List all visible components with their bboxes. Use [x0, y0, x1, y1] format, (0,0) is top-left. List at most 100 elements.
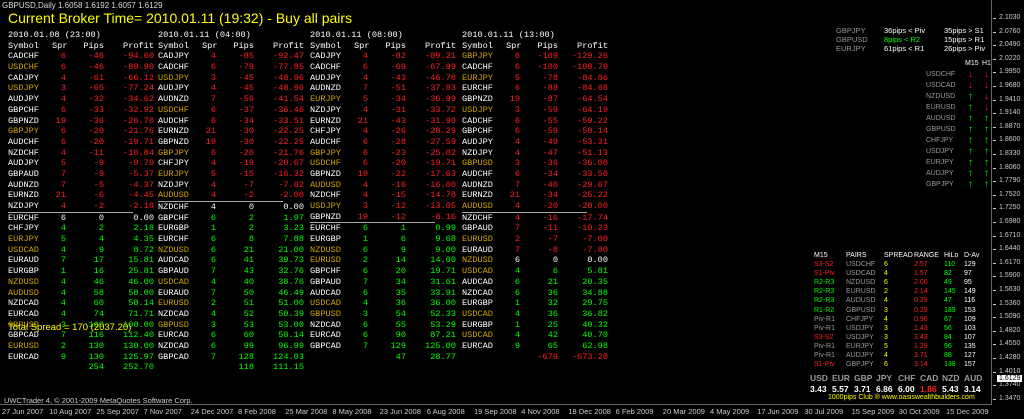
- pair-row: GBPAUD 7 -11 -10.23: [462, 223, 608, 234]
- pair-pips: -20: [390, 158, 406, 169]
- pair-symbol: NZDCAD: [158, 308, 189, 319]
- pair-symbol: AUDJPY: [462, 136, 493, 147]
- pair-table-cell: 103: [964, 324, 976, 332]
- pair-pips: 41: [243, 255, 254, 266]
- pair-row: CADCHF 6 -46 -94.60: [8, 51, 154, 62]
- pair-pips: -5: [93, 179, 104, 190]
- pair-profit: -19.71: [425, 158, 456, 169]
- price-tick: [993, 371, 996, 373]
- trend-pair: GBPUSD: [926, 126, 956, 133]
- price-tick: [993, 249, 996, 251]
- pair-table-cell: 6: [884, 279, 888, 287]
- pair-row: NZDUSD 4 46 46.00: [8, 277, 154, 288]
- pair-table-cell: 3.71: [914, 352, 928, 360]
- pair-spread: 5: [514, 72, 520, 83]
- pair-profit: 9.68: [435, 234, 456, 245]
- price-tick-label: 1.5630: [999, 286, 1021, 293]
- pair-spread: 6: [210, 244, 216, 255]
- pair-symbol: GBPCHF: [8, 104, 39, 115]
- pair-pips: 6: [400, 234, 406, 245]
- pair-pips: 2: [98, 223, 104, 234]
- pair-table-cell: 153: [964, 306, 976, 314]
- pair-pips: 21: [243, 244, 254, 255]
- pair-spread: 7: [210, 266, 216, 277]
- pivot-below: 8pips < R2: [884, 35, 921, 44]
- pair-symbol: AUDCHF: [158, 115, 189, 126]
- pair-profit: -17.63: [425, 168, 456, 179]
- pair-profit: -2.00: [278, 190, 304, 201]
- price-tick-label: 1.8600: [999, 136, 1021, 144]
- pair-table-col: SPREAD: [884, 252, 913, 259]
- pair-table-cell: Piv-R1: [814, 352, 836, 360]
- pair-spread: 4: [60, 244, 66, 255]
- time-tick-label: 25 Mar 2008: [285, 407, 328, 416]
- pair-row: GBPNZD 19 -36 -26.70: [8, 116, 154, 127]
- pair-pips: 14: [395, 255, 406, 266]
- pair-pips: 6: [552, 266, 558, 277]
- block-time: 2010.01.08 (23:00): [8, 30, 101, 40]
- price-tick: [993, 58, 996, 60]
- pair-symbol: AUDJPY: [158, 83, 189, 94]
- price-tick: [993, 140, 996, 142]
- price-tick-label: 1.9410: [999, 95, 1021, 103]
- pair-spread: 3: [514, 158, 520, 169]
- arrow-up-icon: ↑: [968, 179, 973, 190]
- pair-row: AUDUSD 4 -16 -16.00: [310, 180, 456, 191]
- pair-spread: 6: [210, 340, 216, 351]
- pair-symbol: GBPNZD: [310, 211, 341, 222]
- pair-table-cell: Piv-R1: [814, 342, 836, 350]
- pair-symbol: NZDUSD: [310, 244, 341, 255]
- header-symbol: Symbol: [158, 40, 189, 51]
- pair-spread: 6: [210, 62, 216, 73]
- pair-row: EURJPY 5 -15 -16.32: [158, 169, 304, 180]
- pair-row: GBPCHF 6 20 19.71: [310, 266, 456, 277]
- price-tick-label: 1.4820: [999, 326, 1021, 334]
- pair-pips: 129: [390, 340, 406, 351]
- pair-pips: -12: [390, 211, 406, 222]
- pair-pips: -34: [390, 94, 406, 105]
- pair-symbol: EURAUD: [8, 255, 39, 266]
- pair-spread: 7: [362, 340, 368, 351]
- pair-profit: 130.00: [123, 340, 154, 351]
- pair-symbol: GBPAUD: [8, 168, 39, 179]
- pair-symbol: AUDCHF: [310, 136, 341, 147]
- arrow-up-icon: ↑: [968, 135, 973, 146]
- pair-spread: 6: [362, 319, 368, 330]
- pair-pips: -45: [238, 83, 254, 94]
- pair-symbol: CADCHF: [310, 62, 341, 73]
- pair-row: GBPJPY 6 -109 -129.26: [462, 51, 608, 62]
- pair-table-cell: 4: [884, 315, 888, 323]
- pair-pips: 9: [98, 244, 104, 255]
- arrow-down-icon: ↓: [984, 91, 989, 102]
- pair-pips: 32: [547, 298, 558, 309]
- pair-pips: -11: [542, 223, 558, 234]
- pair-spread: 6: [362, 158, 368, 169]
- price-tick: [993, 72, 996, 74]
- pair-row: EURNZD 21 -6 -4.45: [8, 190, 154, 201]
- price-axis: 2.1030 2.0760 2.0490 2.0220 1.9950 1.9680 1.94…: [993, 0, 1024, 405]
- pair-row: GBPUSD 3 53 53.00: [158, 320, 304, 331]
- pivot-pair: GBPJPY: [836, 26, 866, 35]
- pair-table-cell: 97: [964, 270, 972, 278]
- pair-profit: 8.72: [133, 244, 154, 255]
- pair-spread: 4: [514, 201, 520, 211]
- pair-symbol: USDJPY: [8, 83, 39, 94]
- pair-row: AUDCHF 6 -20 -19.71: [8, 136, 154, 148]
- total-pips: 47: [395, 351, 406, 362]
- pair-row: GBPJPY 6 -20 -21.76: [158, 148, 304, 159]
- pair-profit: -53.31: [577, 136, 608, 147]
- pair-table-cell: 4: [884, 352, 888, 360]
- pair-pips: -34: [542, 168, 558, 179]
- pair-profit: -94.60: [123, 51, 154, 62]
- pair-spread: 4: [60, 201, 66, 211]
- pair-symbol: USDCAD: [158, 276, 189, 287]
- pivot-above: 35pips > S1: [944, 26, 984, 35]
- pair-table-cell: 0.96: [914, 315, 928, 323]
- pair-symbol: GBPCHF: [310, 266, 341, 277]
- pair-spread: 7: [514, 179, 520, 190]
- pair-symbol: NZDCAD: [8, 298, 39, 309]
- pair-symbol: EURUSD: [8, 340, 39, 351]
- pair-pips: -88: [542, 83, 558, 94]
- pair-pips: -20: [88, 136, 104, 147]
- pair-row: USDJPY 3 -45 -48.96: [158, 73, 304, 84]
